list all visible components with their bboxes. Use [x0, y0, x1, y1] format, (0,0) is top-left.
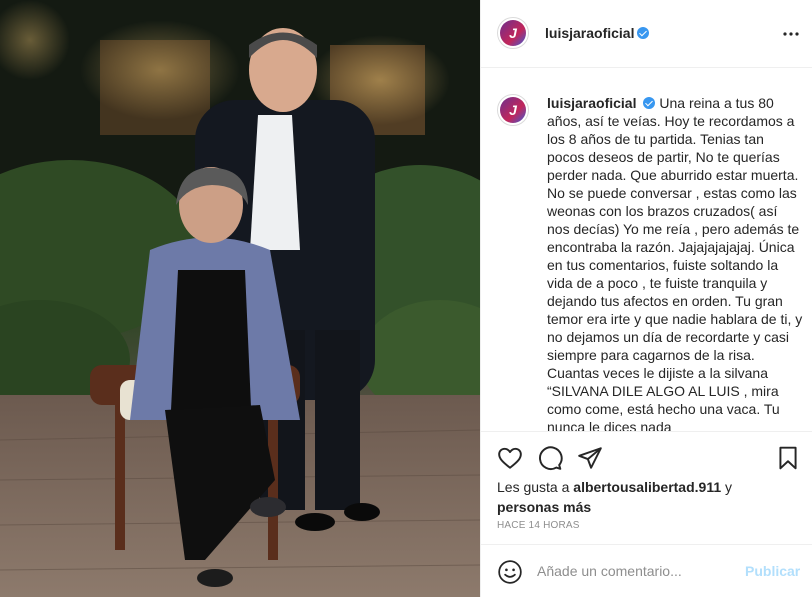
heart-icon[interactable]	[497, 445, 523, 471]
comment-input[interactable]	[537, 561, 737, 581]
likes-prefix: Les gusta a	[497, 479, 574, 495]
bookmark-icon[interactable]	[775, 445, 801, 471]
avatar-logo: J	[500, 20, 526, 46]
avatar[interactable]: J	[497, 17, 529, 49]
caption-avatar-logo: J	[500, 97, 526, 123]
caption-verified-badge-icon	[643, 97, 656, 109]
comment-icon[interactable]	[537, 445, 563, 471]
post-timestamp[interactable]: HACE 14 HORAS	[497, 520, 580, 531]
post-header: J luisjaraoficial	[481, 0, 812, 68]
likes-user-link[interactable]: albertousalibertad.911	[573, 479, 721, 495]
likes-others-link[interactable]: personas más	[497, 499, 591, 515]
likes-summary: Les gusta a albertousalibertad.911 y per…	[497, 477, 797, 517]
avatar-letter: J	[509, 25, 517, 41]
comments-area[interactable]: J luisjaraoficial Una reina a tus 80 año…	[481, 68, 812, 431]
caption-avatar-letter: J	[509, 102, 517, 118]
post-photo[interactable]	[0, 0, 480, 597]
caption-username[interactable]: luisjaraoficial	[547, 95, 636, 111]
publish-button[interactable]: Publicar	[745, 563, 800, 579]
post-actions: Les gusta a albertousalibertad.911 y per…	[481, 431, 812, 597]
more-options-icon[interactable]	[783, 26, 799, 42]
caption-avatar[interactable]: J	[497, 94, 529, 126]
emoji-icon[interactable]	[497, 559, 523, 585]
paper-plane-icon[interactable]	[577, 445, 603, 471]
verified-badge-icon	[637, 27, 650, 39]
caption-text: Una reina a tus 80 años, así te veías. H…	[547, 95, 807, 431]
post-caption: luisjaraoficial Una reina a tus 80 años,…	[547, 94, 803, 431]
likes-connector: y	[721, 479, 733, 495]
add-comment-bar: Publicar	[481, 544, 812, 598]
photo-illustration	[0, 0, 480, 597]
header-user: luisjaraoficial	[545, 25, 650, 43]
post-side-panel: J luisjaraoficial J luisjaraoficial Una …	[480, 0, 812, 597]
header-username[interactable]: luisjaraoficial	[545, 25, 634, 41]
